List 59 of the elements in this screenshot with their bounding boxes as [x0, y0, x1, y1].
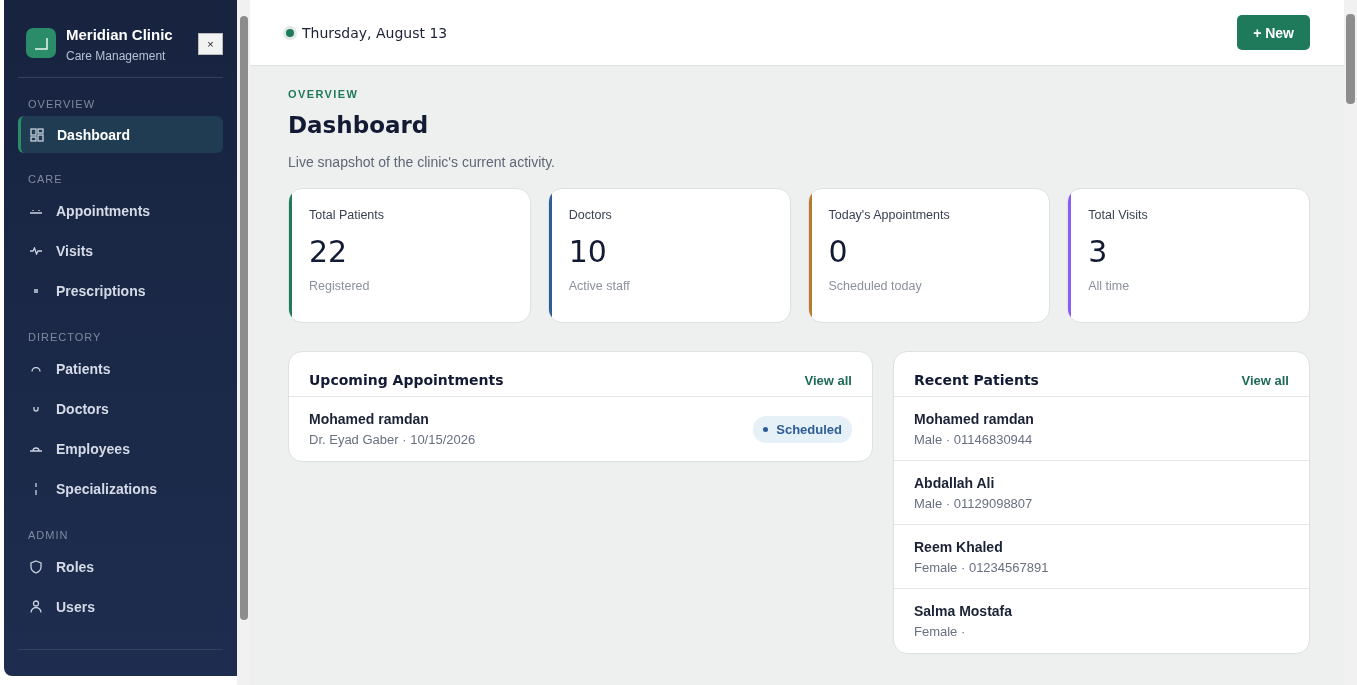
- stat-note: Scheduled today: [828, 279, 923, 293]
- stat-label: Total Visits: [1088, 208, 1148, 222]
- user-icon: [30, 600, 42, 614]
- shield-icon: [30, 560, 42, 574]
- page-title: Dashboard: [288, 112, 430, 138]
- section-title: DIRECTORY: [28, 331, 103, 343]
- nav-item[interactable]: Dashboard: [18, 116, 223, 153]
- patient-name: Salma Mostafa: [914, 603, 1013, 619]
- patient-name: Reem Khaled: [914, 538, 1004, 555]
- brand-name: Meridian Clinic: [66, 26, 174, 43]
- brand-subtitle: Care Management: [66, 49, 167, 63]
- stat-value: 3: [1088, 234, 1109, 269]
- section-title: OVERVIEW: [28, 98, 97, 110]
- view-all-link[interactable]: View all: [1241, 372, 1289, 388]
- stat-value: 22: [309, 234, 349, 269]
- nav-item[interactable]: Prescriptions: [18, 271, 223, 311]
- stat-label: Doctors: [568, 208, 613, 222]
- patient-name: Abdallah Ali: [914, 474, 996, 491]
- scrollbar[interactable]: [1344, 0, 1357, 685]
- grid-icon: [29, 126, 45, 143]
- patient-detail: Male · 01129098807: [914, 495, 1033, 511]
- close-button[interactable]: ×: [198, 33, 223, 55]
- new-button[interactable]: + New: [1237, 15, 1310, 50]
- status-dot-icon: [286, 28, 294, 37]
- patient-name: Mohamed ramdan: [309, 411, 430, 427]
- nav-item[interactable]: Users: [18, 587, 223, 627]
- page-subtitle: Live snapshot of the clinic's current activity.: [288, 154, 556, 170]
- patient-name: Mohamed ramdan: [914, 410, 1034, 427]
- nav-item[interactable]: Patients: [18, 349, 223, 389]
- panel-title: Recent Patients: [914, 372, 1039, 388]
- nav-item[interactable]: Roles: [18, 547, 223, 587]
- nav-item[interactable]: Employees: [18, 429, 223, 469]
- patient-detail: Female · 01234567891: [914, 559, 1049, 575]
- section-title: ADMIN: [28, 529, 70, 541]
- stat-value: 10: [568, 234, 608, 269]
- stat-note: All time: [1088, 279, 1131, 293]
- patient-detail: Male · 01146830944: [914, 431, 1034, 447]
- nav-item[interactable]: Specializations: [18, 469, 223, 509]
- stat-note: Active staff: [568, 279, 630, 293]
- section-title: CARE: [28, 173, 64, 185]
- patient-detail: Female ·: [914, 624, 967, 639]
- appointment-detail: Dr. Eyad Gaber · 10/15/2026: [309, 432, 476, 447]
- stat-label: Total Patients: [309, 208, 385, 222]
- scrollbar[interactable]: [237, 0, 250, 685]
- person-icon: [31, 366, 41, 372]
- stat-label: Today's Appointments: [828, 208, 950, 222]
- status-badge: Scheduled: [753, 415, 852, 443]
- panel-title: Upcoming Appointments: [309, 372, 504, 388]
- nav-item[interactable]: Appointments: [18, 191, 223, 231]
- date-label: Thursday, August 13: [302, 24, 448, 41]
- nav-item[interactable]: Doctors: [18, 389, 223, 429]
- nav-item[interactable]: Visits: [18, 231, 223, 271]
- stat-value: 0: [828, 234, 849, 269]
- calendar-icon: [29, 208, 43, 214]
- section-eyebrow: OVERVIEW: [288, 88, 360, 100]
- pulse-icon: [29, 247, 43, 255]
- logo-icon: [26, 28, 56, 58]
- stat-note: Registered: [309, 279, 371, 293]
- view-all-link[interactable]: View all: [804, 372, 852, 388]
